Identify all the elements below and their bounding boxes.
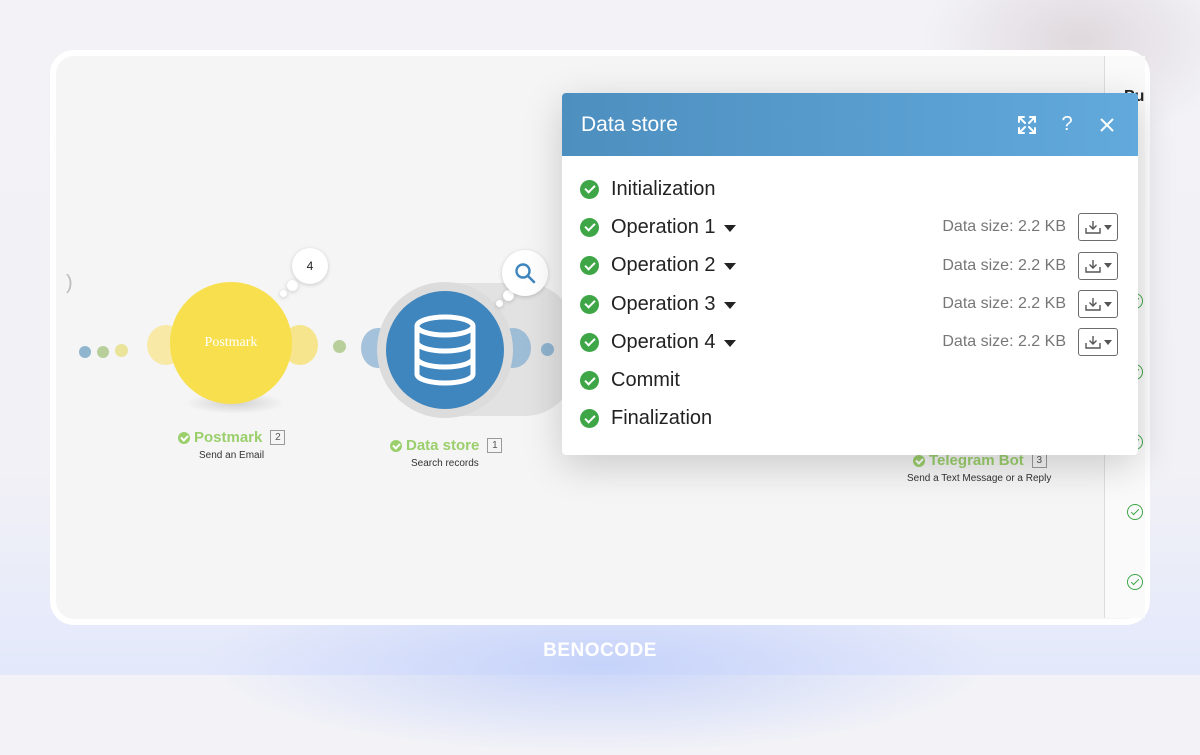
expand-button[interactable] xyxy=(1014,112,1040,138)
help-icon: ? xyxy=(1061,113,1073,135)
operation-row[interactable]: Operation 1 Data size: 2.2 KB xyxy=(580,208,1120,246)
connector-dot xyxy=(115,344,128,357)
operations-count-bubble[interactable]: 4 xyxy=(292,248,328,284)
success-check-icon xyxy=(580,409,599,429)
row-label[interactable]: Operation 4 xyxy=(611,331,716,354)
dialog-body: Initialization Operation 1 Data size: 2.… xyxy=(562,156,1138,438)
operation-row: Finalization xyxy=(580,400,1120,438)
caret-down-icon xyxy=(1103,339,1112,345)
bubble-dot xyxy=(280,290,287,297)
operation-row[interactable]: Operation 2 Data size: 2.2 KB xyxy=(580,247,1120,285)
success-check-icon xyxy=(580,294,599,314)
connector-dot xyxy=(97,346,109,358)
expand-icon xyxy=(1018,115,1036,134)
data-size: Data size: 2.2 KB xyxy=(942,256,1066,274)
data-size: Data size: 2.2 KB xyxy=(942,295,1066,313)
row-label: Initialization xyxy=(611,177,716,200)
row-label[interactable]: Operation 1 xyxy=(611,216,716,239)
module-index: 2 xyxy=(270,430,286,445)
row-label: Finalization xyxy=(611,407,713,430)
connector-dot xyxy=(333,340,346,353)
data-size: Data size: 2.2 KB xyxy=(942,218,1066,236)
module-index: 1 xyxy=(487,438,503,453)
brand-logo: BENOCODE xyxy=(543,640,657,661)
success-check-icon xyxy=(1127,574,1143,590)
download-button[interactable] xyxy=(1078,328,1118,357)
inspect-output-bubble[interactable] xyxy=(502,250,548,296)
operation-row: Commit xyxy=(580,361,1120,399)
row-label[interactable]: Operation 2 xyxy=(611,254,716,277)
database-icon xyxy=(414,314,476,386)
postmark-title: Postmark 2 xyxy=(178,429,286,446)
connector-dot xyxy=(79,346,91,358)
canvas-edge-mark: ) xyxy=(66,272,73,294)
postmark-logo-text: Postmark xyxy=(204,335,258,350)
download-icon xyxy=(1084,298,1101,311)
dialog-header: Data store ? xyxy=(562,93,1138,156)
operation-row[interactable]: Operation 3 Data size: 2.2 KB xyxy=(580,285,1120,323)
success-check-icon xyxy=(580,332,599,352)
download-button[interactable] xyxy=(1078,213,1118,242)
download-icon xyxy=(1084,336,1101,350)
module-name: Postmark xyxy=(194,429,263,446)
datastore-subtitle: Search records xyxy=(411,458,479,469)
row-label: Commit xyxy=(611,369,680,392)
caret-down-icon[interactable] xyxy=(723,224,736,232)
download-button[interactable] xyxy=(1078,290,1118,319)
data-store-dialog: Data store ? Initialization Operation 1 … xyxy=(562,93,1138,455)
success-check-icon xyxy=(580,217,599,237)
data-size: Data size: 2.2 KB xyxy=(942,333,1066,351)
close-icon xyxy=(1100,117,1114,132)
caret-down-icon xyxy=(1103,224,1112,230)
caret-down-icon[interactable] xyxy=(723,339,736,347)
caret-down-icon xyxy=(1103,263,1112,269)
connector-dot xyxy=(541,343,554,356)
success-check-icon xyxy=(580,179,599,199)
postmark-module[interactable]: Postmark xyxy=(170,282,292,404)
caret-down-icon xyxy=(1103,301,1112,307)
download-button[interactable] xyxy=(1078,251,1118,280)
success-check-icon xyxy=(580,371,599,391)
search-icon xyxy=(515,263,536,284)
operation-row: Initialization xyxy=(580,170,1120,208)
postmark-subtitle: Send an Email xyxy=(199,450,265,461)
telegram-subtitle: Send a Text Message or a Reply xyxy=(907,473,1052,484)
success-check-icon xyxy=(580,256,599,276)
success-check-icon xyxy=(390,439,402,452)
caret-down-icon[interactable] xyxy=(723,301,736,309)
download-icon xyxy=(1084,259,1101,273)
help-button[interactable]: ? xyxy=(1054,112,1080,138)
success-check-icon xyxy=(1127,504,1143,520)
datastore-module[interactable] xyxy=(386,291,504,409)
download-icon xyxy=(1084,221,1101,235)
bubble-dot xyxy=(287,280,298,291)
datastore-title: Data store 1 xyxy=(390,437,503,454)
caret-down-icon[interactable] xyxy=(723,263,736,271)
module-name: Data store xyxy=(406,437,480,454)
close-button[interactable] xyxy=(1094,112,1120,138)
module-index: 3 xyxy=(1031,453,1047,468)
bubble-dot xyxy=(496,300,503,307)
success-check-icon xyxy=(913,454,925,467)
row-label[interactable]: Operation 3 xyxy=(611,293,716,316)
operation-row[interactable]: Operation 4 Data size: 2.2 KB xyxy=(580,323,1120,361)
success-check-icon xyxy=(178,431,190,444)
dialog-title: Data store xyxy=(581,112,678,136)
